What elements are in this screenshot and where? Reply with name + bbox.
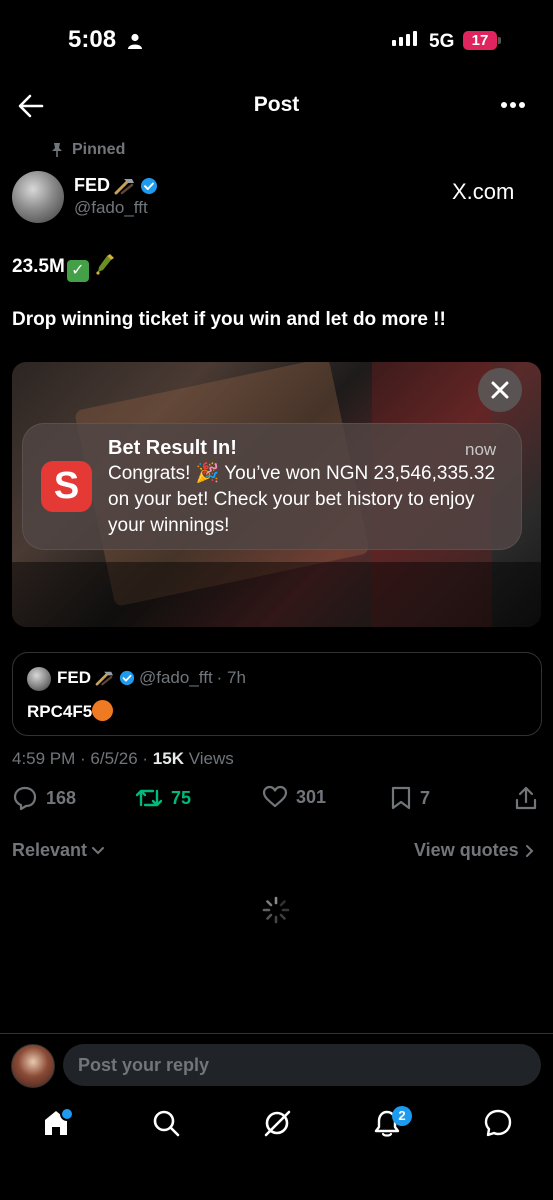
source-label: X.com (452, 179, 515, 204)
reply-count: 168 (46, 787, 77, 808)
views-label: Views (183, 749, 234, 768)
check-emoji-icon: ✓ (66, 260, 89, 282)
verified-badge-icon (119, 670, 135, 686)
tool-emoji-icon (95, 671, 113, 686)
quoted-post[interactable] (12, 652, 542, 736)
quoted-avatar (27, 667, 51, 691)
quoted-author-name: FED (57, 668, 91, 687)
verified-badge-icon (141, 177, 157, 194)
bottle-emoji-icon (96, 254, 115, 275)
page-title: Post (253, 93, 300, 116)
post-stat-line: 23.5M ✓ (12, 254, 115, 282)
notification-body: Congrats! 🎉 You’ve won NGN 23,546,335.32… (108, 463, 496, 536)
view-quotes-link[interactable]: View quotes (414, 840, 535, 861)
chevron-down-icon (92, 846, 105, 854)
reply-placeholder: Post your reply (78, 1055, 210, 1075)
sort-dropdown[interactable]: Relevant (12, 840, 105, 861)
quoted-text-row: RPC4F5 (27, 700, 114, 722)
author-avatar[interactable] (12, 171, 64, 223)
bookmark-count: 7 (420, 787, 431, 808)
more-options-icon[interactable] (500, 101, 526, 109)
close-button[interactable] (478, 368, 522, 412)
quoted-age: · 7h (216, 668, 246, 687)
author-handle[interactable]: @fado_fft (74, 198, 148, 218)
share-icon (515, 786, 537, 810)
search-tab-icon[interactable] (152, 1108, 180, 1138)
repost-button[interactable]: 75 (135, 785, 191, 811)
views-count: 15K (152, 749, 184, 768)
repost-icon (135, 789, 163, 807)
battery-tip (498, 37, 501, 44)
reply-divider (0, 1033, 553, 1034)
share-button[interactable] (514, 785, 538, 811)
status-time: 5:08 (68, 26, 117, 53)
signal-icon (392, 31, 417, 46)
view-quotes-label: View quotes (414, 840, 519, 860)
chevron-right-icon (525, 844, 534, 857)
quoted-text: RPC4F5 (27, 702, 93, 721)
author-name[interactable]: FED (74, 175, 110, 196)
repost-count: 75 (171, 787, 192, 808)
network-label: 5G (429, 31, 455, 52)
sort-label: Relevant (12, 840, 88, 860)
tool-emoji-icon (114, 178, 134, 194)
post-meta: 4:59 PM · 6/5/26 · 15K Views (12, 749, 234, 769)
reply-button[interactable]: 168 (12, 785, 76, 811)
quoted-author-handle: @fado_fft (139, 668, 213, 687)
reply-icon (13, 786, 37, 811)
stat-text: 23.5M (12, 256, 65, 277)
grok-tab-icon[interactable] (262, 1108, 292, 1138)
like-count: 301 (296, 786, 327, 807)
pin-icon (52, 143, 62, 157)
betting-app-icon: S (41, 461, 92, 512)
quoted-author-row: FED @fado_fft · 7h (57, 668, 246, 688)
notifications-badge: 2 (392, 1106, 412, 1126)
person-icon (128, 33, 142, 49)
close-icon (491, 381, 509, 399)
pinned-indicator: Pinned (50, 141, 125, 159)
pinned-label: Pinned (72, 141, 126, 158)
notification-title: Bet Result In! (108, 437, 237, 459)
bookmark-button[interactable]: 7 (390, 785, 430, 811)
messages-tab-icon[interactable] (483, 1108, 513, 1138)
bookmark-icon (391, 786, 411, 810)
post-body: Drop winning ticket if you win and let d… (12, 309, 446, 330)
basketball-emoji-icon (92, 700, 114, 721)
author-name-row[interactable]: FED (74, 175, 158, 196)
post-timestamp: 4:59 PM · 6/5/26 · (12, 749, 153, 768)
notification-time: now (465, 440, 497, 459)
action-bar: 168 75 301 7 (0, 785, 553, 815)
battery-icon: 17 (463, 31, 497, 50)
heart-icon (262, 785, 288, 808)
like-button[interactable]: 301 (262, 785, 326, 809)
home-badge-dot (60, 1107, 74, 1121)
image-detail (12, 562, 541, 627)
loading-spinner-icon (262, 896, 290, 924)
current-user-avatar[interactable] (11, 1044, 55, 1088)
